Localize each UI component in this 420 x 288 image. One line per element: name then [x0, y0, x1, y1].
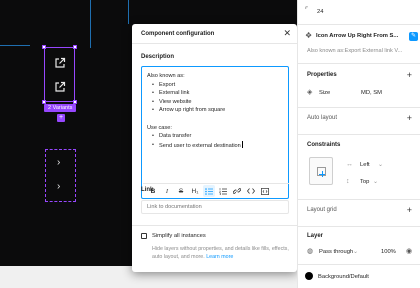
add-layout-grid-icon[interactable]: + [407, 206, 412, 215]
description-label: Description [141, 54, 175, 60]
bulleted-list-icon[interactable] [203, 185, 215, 197]
component-icon: ❖ [305, 31, 313, 40]
eye-icon[interactable]: ◉ [406, 248, 412, 256]
corner-radius-icon: ⌜ [305, 7, 309, 14]
close-icon[interactable]: ✕ [283, 28, 291, 38]
list-item: Export [147, 81, 285, 90]
divider [298, 134, 420, 135]
add-auto-layout-icon[interactable]: + [407, 114, 412, 123]
properties-panel: ⌜ 24 ❖ Icon Arrow Up Right From S... Als… [297, 0, 420, 288]
text-cursor [241, 140, 243, 148]
selected-component-set[interactable] [42, 45, 77, 104]
variants-badge[interactable]: 2 Variants [44, 104, 77, 112]
properties-title: Properties [307, 72, 337, 78]
constraints-title: Constraints [307, 142, 341, 148]
numbered-list-icon[interactable] [217, 185, 229, 197]
formatting-toolbar: B I S H₁ [143, 183, 289, 198]
layout-guide [0, 45, 30, 46]
component-name[interactable]: Icon Arrow Up Right From S... [316, 33, 398, 39]
divider [298, 199, 420, 200]
list-item: Data transfer [147, 132, 285, 141]
vertical-constraint-value[interactable]: Top [360, 179, 369, 185]
simplify-instances-label[interactable]: Simplify all instances [152, 233, 206, 239]
chevron-down-icon[interactable]: ⌄ [373, 178, 378, 186]
edit-component-icon[interactable]: ✎ [409, 32, 418, 41]
blend-mode-value[interactable]: Pass through [319, 249, 353, 255]
simplify-help-text: Hide layers without properties, and deta… [152, 245, 292, 261]
corner-radius-value[interactable]: 24 [317, 9, 323, 15]
divider [298, 264, 420, 265]
divider [298, 63, 420, 64]
divider [132, 225, 297, 226]
constraints-widget[interactable] [309, 157, 333, 185]
italic-icon[interactable]: I [161, 185, 173, 197]
chevron-down-icon[interactable]: ⌄ [353, 248, 358, 256]
divider [298, 226, 420, 227]
fill-swatch[interactable] [305, 272, 313, 280]
list-item: External link [147, 89, 285, 98]
blend-mode-icon: ◍ [307, 248, 314, 255]
description-editor[interactable]: Also known as: Export External link View… [141, 66, 289, 199]
link-label: Link [141, 187, 154, 193]
component-configuration-dialog: Component configuration ✕ Description Al… [132, 24, 297, 272]
add-variant-button[interactable]: + [57, 114, 65, 122]
chevron-right-icon[interactable]: › [57, 158, 60, 168]
component-description-preview[interactable]: Also known as:Export External link V... [307, 48, 402, 54]
divider [298, 107, 420, 108]
layout-guide [128, 0, 129, 24]
vertical-constraint-icon: ↕ [346, 178, 350, 185]
layer-title: Layer [307, 233, 324, 239]
layer-opacity[interactable]: 100% [381, 249, 396, 255]
add-property-icon[interactable]: + [407, 71, 412, 80]
external-link-icon[interactable] [54, 81, 66, 93]
resize-handle[interactable] [42, 45, 46, 49]
use-case-heading: Use case: [147, 124, 172, 131]
horizontal-constraint-value[interactable]: Left [360, 162, 370, 168]
chevron-down-icon[interactable]: ⌄ [378, 161, 383, 169]
aka-heading: Also known as: [147, 73, 185, 79]
external-link-icon[interactable] [54, 57, 66, 69]
auto-layout-title: Auto layout [307, 115, 338, 121]
divider [298, 24, 420, 25]
link-icon[interactable] [231, 185, 243, 197]
component-set[interactable]: › › [45, 149, 76, 202]
variant-property-icon: ◈ [307, 89, 313, 96]
list-item: Send user to external destination [147, 140, 285, 151]
strikethrough-icon[interactable]: S [175, 185, 187, 197]
layout-guide [90, 0, 91, 48]
constraint-vertical[interactable] [322, 171, 323, 177]
code-icon[interactable] [245, 185, 257, 197]
fill-style-name[interactable]: Background/Default [318, 274, 369, 280]
heading-icon[interactable]: H₁ [189, 185, 201, 197]
size-property-label[interactable]: Size [319, 90, 330, 96]
resize-handle[interactable] [73, 45, 77, 49]
dialog-title: Component configuration [141, 31, 215, 37]
horizontal-constraint-icon: ↔ [346, 161, 353, 168]
list-item: View website [147, 98, 285, 107]
description-text[interactable]: Also known as: Export External link View… [147, 72, 285, 150]
code-block-icon[interactable] [259, 185, 271, 197]
learn-more-link[interactable]: Learn more [206, 254, 233, 260]
chevron-right-icon[interactable]: › [57, 182, 60, 192]
list-item-text: Send user to external destination [159, 142, 241, 149]
list-item: Arrow up right from square [147, 106, 285, 115]
documentation-link-input[interactable] [141, 200, 289, 214]
layout-grid-title: Layout grid [307, 207, 337, 213]
dialog-header: Component configuration ✕ [132, 24, 297, 44]
size-property-value[interactable]: MD, SM [361, 90, 382, 96]
simplify-instances-checkbox[interactable] [141, 233, 147, 239]
